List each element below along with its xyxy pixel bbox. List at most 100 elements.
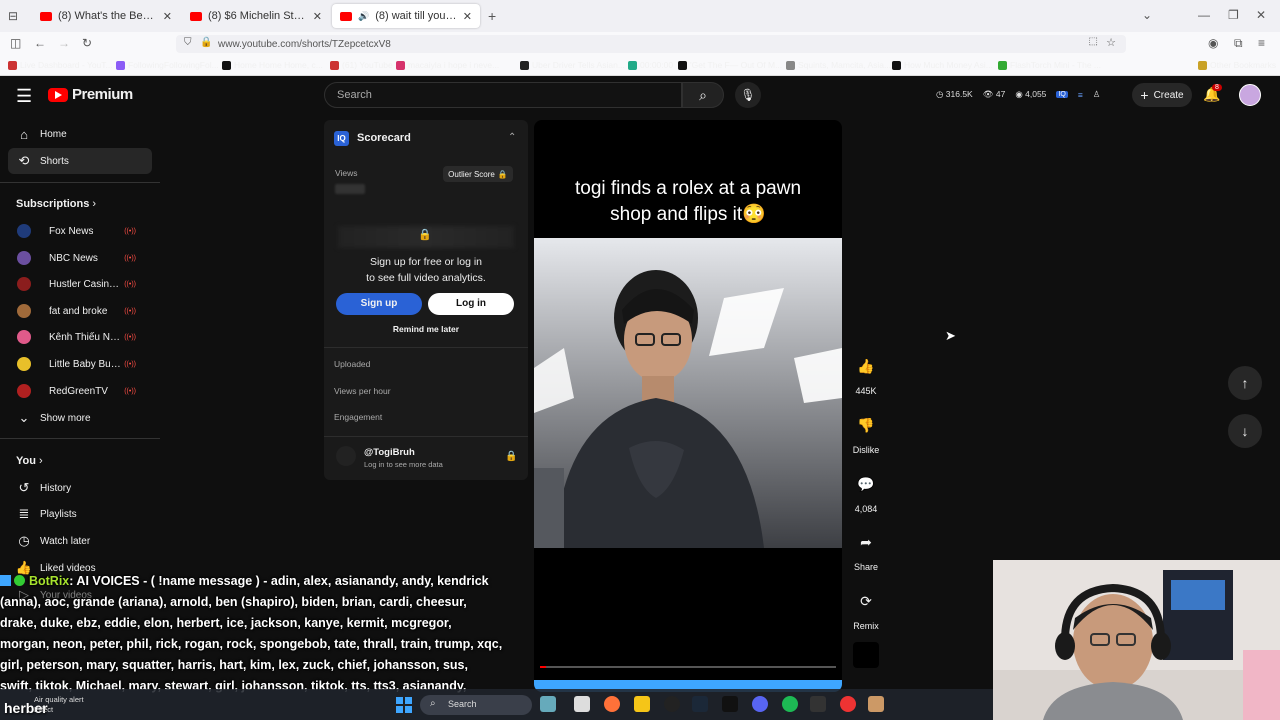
capcut-app-icon[interactable] (722, 696, 738, 712)
bookmark-item[interactable]: FlashTorch Mini - The ... (998, 60, 1101, 70)
sidebar-item-home[interactable]: ⌂ Home (8, 121, 152, 147)
chevron-down-icon[interactable]: ⌄ (1142, 8, 1152, 22)
bookmark-item[interactable]: 'Get The F— Out Of M... (678, 60, 782, 70)
tab-2[interactable]: (8) $6 Michelin Stock in 60 Min ✕ (182, 4, 330, 28)
iq-logo-icon: IQ (334, 131, 349, 146)
rocket-icon[interactable]: ♙ (1093, 89, 1101, 100)
avatar[interactable] (1239, 84, 1261, 106)
app-icon[interactable] (868, 696, 884, 712)
bookmark-item[interactable]: Squints, Mamcita, Asia... (786, 60, 891, 70)
create-button[interactable]: + Create (1132, 83, 1192, 107)
close-tab-icon[interactable]: ✕ (163, 10, 172, 23)
tab-list-icon[interactable]: ⊟ (8, 9, 18, 23)
obs-app-icon[interactable] (664, 696, 680, 712)
speaker-icon[interactable]: 🔊 (358, 11, 369, 22)
close-window-icon[interactable]: ✕ (1256, 8, 1266, 22)
close-tab-icon[interactable]: ✕ (463, 10, 472, 23)
subscription-item[interactable]: fat and broke ((•)) (0, 298, 144, 324)
subscription-item[interactable]: NBC News ((•)) (0, 245, 144, 271)
subscription-item[interactable]: Little Baby Bum - ...((•)) (0, 351, 144, 377)
subscription-item[interactable]: RedGreenTV ((•)) (0, 378, 144, 404)
taskbar-search[interactable]: ⌕ Search (420, 695, 532, 715)
subscription-item[interactable]: Hustler Casino Li...((•)) (0, 271, 144, 297)
discord-app-icon[interactable] (752, 696, 768, 712)
signup-button[interactable]: Sign up (336, 293, 422, 315)
next-short-button[interactable]: ↓ (1228, 414, 1262, 448)
forward-icon[interactable]: → (58, 36, 70, 50)
hamburger-menu-icon[interactable]: ☰ (16, 86, 32, 107)
back-icon[interactable]: ← (34, 36, 46, 50)
chevron-down-icon: ⌄ (18, 410, 30, 425)
bookmark-item[interactable]: Home Home Home, c... (222, 60, 323, 70)
previous-short-button[interactable]: ↑ (1228, 366, 1262, 400)
subscription-item[interactable]: Fox News ((•)) (0, 218, 144, 244)
share-button[interactable]: ➦ Share (848, 526, 884, 573)
steam-app-icon[interactable] (692, 696, 708, 712)
channel-avatar (17, 304, 31, 318)
app-icon[interactable] (840, 696, 856, 712)
bookmark-item[interactable]: FollowingFollowingFol... (116, 60, 219, 70)
progress-track[interactable] (540, 666, 836, 668)
download-icon[interactable]: ⬚ (1089, 36, 1098, 47)
sound-thumbnail[interactable] (853, 642, 879, 668)
bookmark-item[interactable]: Uber Driver Tells Asian... (520, 60, 625, 70)
comments-button[interactable]: 💬 4,084 (848, 468, 884, 515)
menu-icon[interactable]: ≡ (1258, 36, 1265, 50)
search-input[interactable]: Search (324, 82, 682, 108)
file-explorer-icon[interactable] (634, 696, 650, 712)
close-tab-icon[interactable]: ✕ (313, 10, 322, 23)
search-button[interactable]: ⌕ (682, 82, 724, 108)
remind-later-link[interactable]: Remind me later (334, 324, 518, 334)
show-more-button[interactable]: ⌄ Show more (8, 405, 152, 431)
bookmark-item[interactable]: macaiyla i hope i neve... (396, 60, 499, 70)
lock-icon[interactable]: 🔒 (200, 37, 212, 48)
sidebar-item-playlists[interactable]: ≣ Playlists (8, 501, 152, 527)
sidebar-icon[interactable]: ◫ (10, 36, 21, 50)
shorts-player[interactable]: togi finds a rolex at a pawn shop and fl… (534, 120, 842, 692)
url-bar[interactable]: ⛉ 🔒 www.youtube.com/shorts/TZepcetcxV8 ☆… (176, 35, 1126, 53)
chat-username: BotRix (28, 574, 70, 588)
minimize-icon[interactable]: — (1198, 8, 1210, 22)
bookmark-star-icon[interactable]: ☆ (1106, 36, 1116, 49)
dislike-button[interactable]: 👎 Dislike (848, 409, 884, 456)
like-button[interactable]: 👍 445K (848, 350, 884, 397)
other-bookmarks[interactable]: Other Bookmarks (1198, 60, 1276, 70)
list-icon[interactable]: ≡ (1078, 90, 1083, 100)
you-heading[interactable]: You › (16, 455, 43, 467)
sidebar-item-history[interactable]: ↺ History (8, 475, 152, 501)
tab-3-active[interactable]: 🔊 (8) wait till you see how mu ✕ (332, 4, 480, 28)
url-text[interactable]: www.youtube.com/shorts/TZepcetcxV8 (218, 39, 391, 50)
bookmark-item[interactable]: (61) YouTube (330, 60, 393, 70)
remix-button[interactable]: ⟳ Remix (848, 585, 884, 632)
iq-extension-icon[interactable]: IQ (1056, 91, 1068, 98)
reload-icon[interactable]: ↻ (82, 36, 92, 50)
shield-icon[interactable]: ⛉ (184, 37, 192, 48)
bookmark-item[interactable]: 00:00:00 (628, 60, 673, 70)
firefox-app-icon[interactable] (604, 696, 620, 712)
sidebar-item-watch-later[interactable]: ◷ Watch later (8, 528, 152, 554)
windows-start-icon[interactable] (396, 697, 412, 713)
new-tab-icon[interactable]: + (488, 8, 496, 24)
task-view-icon[interactable] (574, 696, 590, 712)
chevron-right-icon: › (92, 198, 97, 210)
bookmark-item[interactable]: Live Dashboard - YouT... (8, 60, 113, 70)
sidebar-item-shorts[interactable]: ⟲ Shorts (8, 148, 152, 174)
outlier-score-badge[interactable]: Outlier Score 🔒 (443, 166, 513, 182)
subscriptions-heading[interactable]: Subscriptions › (16, 198, 96, 210)
login-button[interactable]: Log in (428, 293, 514, 315)
bookmark-item[interactable]: How Much Money Asi... (892, 60, 993, 70)
collapse-icon[interactable]: ⌃ (508, 132, 516, 143)
spotify-app-icon[interactable] (782, 696, 798, 712)
channel-handle[interactable]: @TogiBruh (364, 447, 415, 458)
subscription-item[interactable]: Kênh Thiếu Nhi - ...((•)) (0, 324, 144, 350)
youtube-logo[interactable]: Premium (48, 86, 133, 103)
weather-widget[interactable]: Air quality alert Effect (34, 695, 84, 715)
app-icon[interactable] (810, 696, 826, 712)
maximize-icon[interactable]: ❐ (1228, 8, 1239, 22)
account-icon[interactable]: ◉ (1208, 36, 1218, 50)
extensions-icon[interactable]: ⧉ (1234, 36, 1243, 51)
chat-message: BotRix: AI VOICES - ( !name message ) - … (0, 571, 530, 592)
widgets-app-icon[interactable] (540, 696, 556, 712)
tab-1[interactable]: (8) What's the Best Pan Money ✕ (32, 4, 180, 28)
voice-search-icon[interactable]: 🎙 (735, 82, 761, 108)
